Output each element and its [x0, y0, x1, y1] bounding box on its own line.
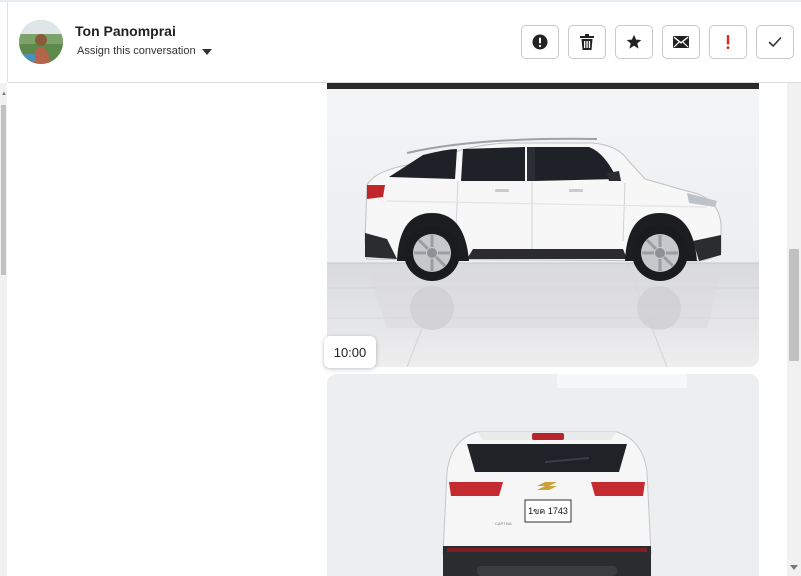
action-toolbar — [521, 25, 794, 59]
scroll-up-arrow-icon[interactable]: ▲ — [1, 91, 7, 97]
message-list[interactable]: ▲ 1ขค 1743 CAPTIVA 10:00 — [0, 83, 801, 576]
star-button[interactable] — [615, 25, 653, 59]
conversation-header: Ton Panomprai Assign this conversation — [8, 2, 801, 83]
alert-circle-icon — [532, 34, 548, 50]
svg-text:CAPTIVA: CAPTIVA — [495, 521, 512, 526]
left-scrollbar[interactable]: ▲ — [0, 83, 7, 576]
scrollbar-thumb[interactable] — [1, 105, 6, 275]
trash-icon — [580, 34, 594, 50]
assign-label: Assign this conversation — [77, 45, 196, 57]
caret-down-icon — [201, 48, 212, 55]
license-plate-text: 1ขค 1743 — [528, 506, 568, 516]
message-image-suv-side[interactable] — [327, 83, 759, 367]
assign-conversation-dropdown[interactable]: Assign this conversation — [77, 45, 212, 57]
spam-button[interactable] — [521, 25, 559, 59]
contact-name: Ton Panomprai — [75, 23, 176, 39]
check-icon — [768, 36, 782, 48]
delete-button[interactable] — [568, 25, 606, 59]
message-timestamp: 10:00 — [324, 336, 376, 368]
avatar[interactable] — [19, 20, 63, 64]
right-scrollbar[interactable] — [787, 83, 801, 576]
important-button[interactable] — [709, 25, 747, 59]
scroll-down-arrow-icon[interactable] — [790, 565, 798, 570]
mark-done-button[interactable] — [756, 25, 794, 59]
message-image-suv-rear[interactable]: 1ขค 1743 CAPTIVA — [327, 374, 759, 576]
envelope-icon — [673, 36, 689, 48]
star-icon — [626, 34, 642, 50]
scrollbar-thumb[interactable] — [789, 249, 799, 361]
mark-unread-button[interactable] — [662, 25, 700, 59]
exclamation-icon — [725, 34, 731, 50]
conversation-view: Ton Panomprai Assign this conversation ▲… — [0, 0, 801, 576]
